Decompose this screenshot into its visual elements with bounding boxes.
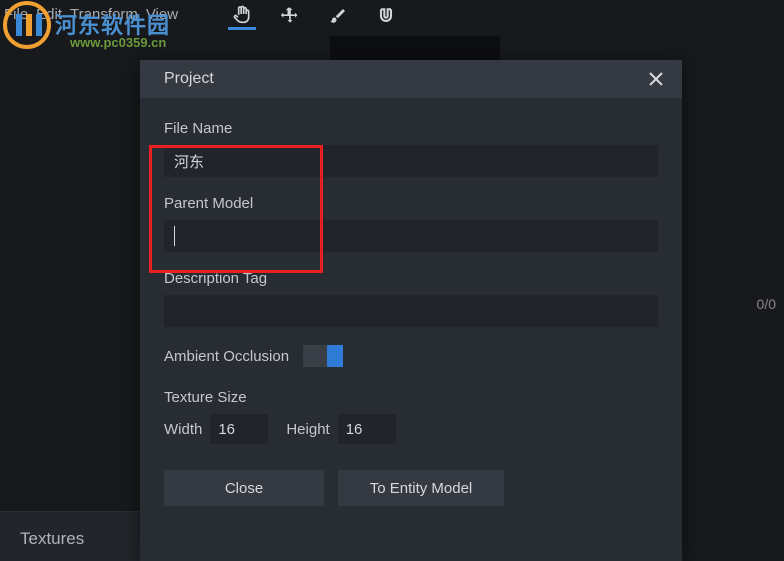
hand-tool-icon[interactable] [228, 2, 256, 30]
dialog-header: Project [140, 60, 682, 98]
description-tag-label: Description Tag [164, 270, 658, 287]
height-field: Height [286, 414, 395, 444]
textures-tab[interactable]: Textures [20, 529, 84, 549]
toolbar [228, 2, 400, 30]
parent-model-label: Parent Model [164, 195, 658, 212]
description-tag-input[interactable] [164, 295, 658, 327]
dialog-body: File Name Parent Model Description Tag A… [140, 98, 682, 528]
file-name-label: File Name [164, 120, 658, 137]
parent-model-group: Parent Model [164, 195, 658, 252]
watermark-url: www.pc0359.cn [70, 35, 166, 50]
watermark-logo [0, 0, 55, 49]
project-dialog: Project File Name Parent Model Descripti… [140, 60, 682, 561]
file-name-input[interactable] [164, 145, 658, 177]
file-name-group: File Name [164, 120, 658, 177]
width-field: Width [164, 414, 268, 444]
dialog-title: Project [164, 70, 214, 88]
texture-size-group: Texture Size Width Height [164, 389, 658, 444]
brush-tool-icon[interactable] [324, 2, 352, 30]
description-tag-group: Description Tag [164, 270, 658, 327]
to-entity-model-button[interactable]: To Entity Model [338, 470, 504, 506]
texture-size-label: Texture Size [164, 389, 658, 406]
width-label: Width [164, 421, 202, 438]
magnet-tool-icon[interactable] [372, 2, 400, 30]
ambient-occlusion-label: Ambient Occlusion [164, 348, 289, 365]
page-counter: 0/0 [757, 296, 776, 312]
height-input[interactable] [338, 414, 396, 444]
move-tool-icon[interactable] [276, 2, 304, 30]
width-input[interactable] [210, 414, 268, 444]
ambient-occlusion-toggle[interactable] [303, 345, 343, 367]
close-button[interactable]: Close [164, 470, 324, 506]
close-icon[interactable] [644, 67, 668, 91]
text-cursor [174, 226, 175, 246]
height-label: Height [286, 421, 329, 438]
parent-model-input[interactable] [164, 220, 658, 252]
button-row: Close To Entity Model [164, 470, 658, 506]
ambient-occlusion-row: Ambient Occlusion [164, 345, 658, 367]
toggle-handle [327, 345, 343, 367]
